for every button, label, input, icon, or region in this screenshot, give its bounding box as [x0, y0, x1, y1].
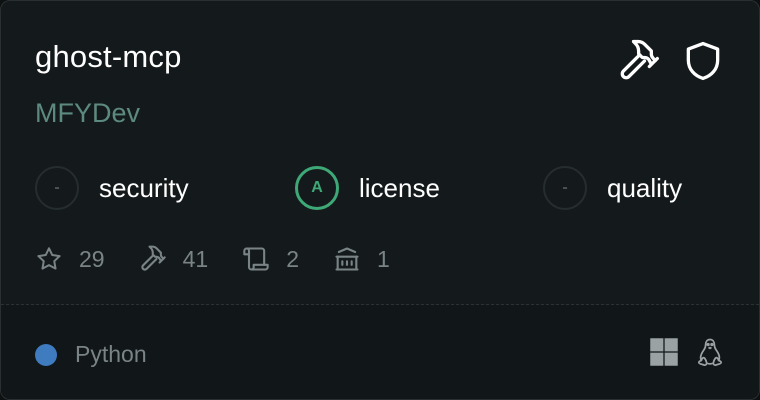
- hammer-icon: [139, 245, 167, 273]
- language-indicator: Python: [35, 341, 147, 368]
- license-grade-badge: A: [295, 166, 339, 210]
- language-dot: [35, 343, 57, 366]
- server-author[interactable]: MFYDev: [35, 98, 140, 129]
- prompts-count: 2: [286, 245, 299, 272]
- server-name[interactable]: ghost-mcp: [35, 39, 182, 75]
- score-row: - security A license - quality: [1, 165, 759, 211]
- score-security[interactable]: - security: [35, 165, 189, 211]
- hammer-icon[interactable]: [617, 39, 661, 83]
- platform-icons: [649, 337, 725, 367]
- stat-tools: 41: [139, 245, 209, 273]
- score-license[interactable]: A license: [295, 165, 440, 211]
- language-name: Python: [75, 341, 147, 367]
- linux-icon: [695, 337, 725, 367]
- card-footer: Python: [1, 305, 759, 399]
- score-quality[interactable]: - quality: [543, 165, 682, 211]
- quality-grade-badge: -: [543, 166, 587, 210]
- stat-prompts: 2: [242, 245, 299, 273]
- shield-icon[interactable]: [681, 39, 725, 83]
- license-label: license: [359, 172, 440, 203]
- stats-row: 29 41 2 1: [35, 245, 424, 273]
- server-card[interactable]: ghost-mcp MFYDev - security A license - …: [0, 0, 760, 400]
- star-icon: [35, 245, 63, 273]
- stat-stars: 29: [35, 245, 105, 273]
- stars-count: 29: [79, 245, 105, 272]
- resources-count: 1: [376, 245, 390, 272]
- quality-label: quality: [607, 172, 683, 203]
- security-grade-badge: -: [35, 166, 79, 210]
- bank-icon: [333, 245, 361, 273]
- stat-resources: 1: [333, 245, 390, 273]
- header-icons: [617, 39, 725, 83]
- tools-count: 41: [182, 245, 209, 272]
- security-label: security: [99, 172, 189, 203]
- windows-icon: [649, 337, 679, 367]
- scroll-icon: [242, 245, 270, 273]
